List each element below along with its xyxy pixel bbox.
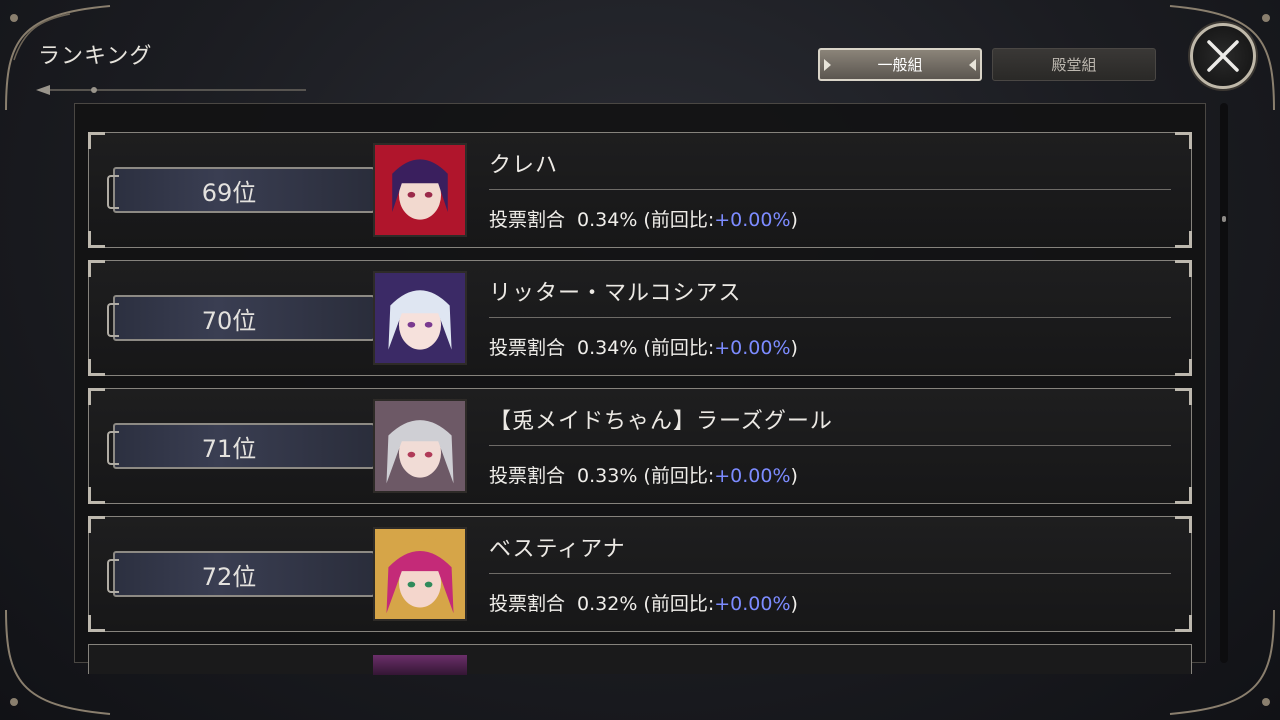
delta-value: +0.00% [714,209,791,231]
vote-share: 投票割合 0.32% (前回比:+0.00%) [489,589,798,616]
character-portrait [373,527,467,621]
plate-bracket [107,431,119,465]
close-button[interactable] [1190,23,1256,89]
ranking-list: 69位 クレハ 投票割合 0.34% (前回比:+0.00%) 70位 リッター… [88,132,1192,644]
ranking-row[interactable]: 70位 リッター・マルコシアス 投票割合 0.34% (前回比:+0.00%) [88,260,1192,376]
delta-value: +0.00% [714,465,791,487]
delta-value: +0.00% [714,593,791,615]
divider [489,445,1171,446]
delta-prefix: (前回比: [643,593,715,615]
scrollbar[interactable] [1220,103,1228,663]
ranking-row[interactable]: 71位 【兎メイドちゃん】ラーズグール 投票割合 0.33% (前回比:+0.00… [88,388,1192,504]
delta-suffix: ) [790,209,798,231]
character-portrait [373,655,467,675]
rank-plate: 69位 [107,167,375,213]
delta-suffix: ) [790,465,798,487]
delta-value: +0.00% [714,337,791,359]
vote-share-label: 投票割合 [489,337,566,359]
vote-share-value: 0.32% [577,593,638,615]
row-ornament [88,615,105,632]
row-ornament [1175,132,1192,149]
row-ornament [88,132,105,149]
row-ornament [88,487,105,504]
rank-plate: 72位 [107,551,375,597]
plate-bracket [107,559,119,593]
vote-share: 投票割合 0.33% (前回比:+0.00%) [489,461,798,488]
tab-general-group[interactable]: 一般組 [818,48,982,81]
tab-hall-of-fame-group[interactable]: 殿堂組 [992,48,1156,81]
vote-share-value: 0.33% [577,465,638,487]
rank-plate: 71位 [107,423,375,469]
rank-number: 69位 [201,178,257,207]
vote-share: 投票割合 0.34% (前回比:+0.00%) [489,333,798,360]
divider [489,573,1171,574]
row-ornament [88,260,105,277]
plate-bracket [107,303,119,337]
vote-share: 投票割合 0.34% (前回比:+0.00%) [489,205,798,232]
character-name: 【兎メイドちゃん】ラーズグール [489,409,833,434]
title-divider [36,85,306,95]
delta-prefix: (前回比: [643,337,715,359]
ranking-row[interactable]: 72位 ベスティアナ 投票割合 0.32% (前回比:+0.00%) [88,516,1192,632]
scrollbar-thumb[interactable] [1222,216,1226,222]
character-portrait [373,271,467,365]
character-name: ベスティアナ [489,537,626,562]
page-title: ランキング [38,44,153,69]
row-ornament [88,231,105,248]
rank-number: 70位 [201,306,257,335]
delta-suffix: ) [790,337,798,359]
row-ornament [1175,260,1192,277]
vote-share-value: 0.34% [577,209,638,231]
group-tabs: 一般組 殿堂組 [818,48,1156,81]
row-ornament [88,388,105,405]
character-portrait [373,143,467,237]
row-ornament [1175,359,1192,376]
character-name: クレハ [489,153,559,178]
rank-number: 72位 [201,562,257,591]
ranking-row[interactable]: 69位 クレハ 投票割合 0.34% (前回比:+0.00%) [88,132,1192,248]
row-ornament [1175,487,1192,504]
close-icon [1207,40,1239,72]
row-ornament [1175,231,1192,248]
plate-bracket [107,175,119,209]
delta-prefix: (前回比: [643,209,715,231]
rank-plate: 70位 [107,295,375,341]
row-ornament [1175,516,1192,533]
delta-prefix: (前回比: [643,465,715,487]
character-portrait [373,399,467,493]
divider [489,317,1171,318]
ranking-row-partial[interactable] [88,644,1192,675]
character-name: リッター・マルコシアス [489,281,742,306]
vote-share-label: 投票割合 [489,465,566,487]
vote-share-label: 投票割合 [489,593,566,615]
rank-number: 71位 [201,434,257,463]
row-ornament [1175,615,1192,632]
vote-share-value: 0.34% [577,337,638,359]
row-ornament [88,359,105,376]
row-ornament [88,516,105,533]
vote-share-label: 投票割合 [489,209,566,231]
divider [489,189,1171,190]
row-ornament [1175,388,1192,405]
delta-suffix: ) [790,593,798,615]
